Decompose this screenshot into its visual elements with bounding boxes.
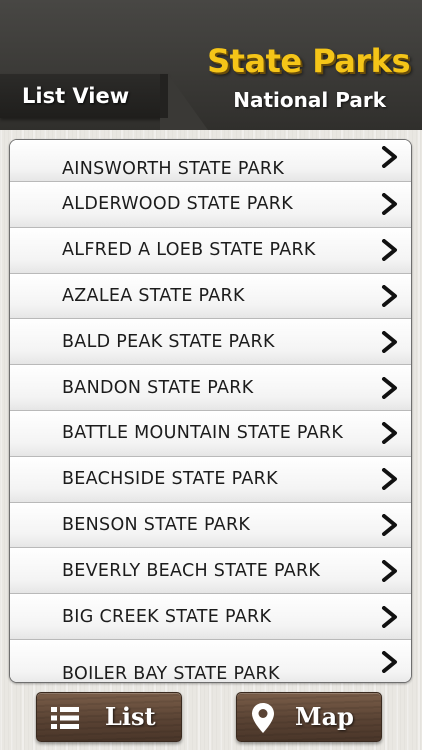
- park-name: BANDON STATE PARK: [62, 377, 254, 398]
- map-button[interactable]: Map: [236, 692, 382, 742]
- list-button-label: List: [105, 702, 156, 731]
- park-name: BALD PEAK STATE PARK: [62, 331, 275, 352]
- page-title: State Parks: [207, 42, 410, 80]
- chevron-right-icon: [382, 193, 397, 216]
- tab-diagonal-edge: [160, 74, 208, 130]
- header: State Parks National Park List View: [0, 0, 422, 130]
- park-name: ALFRED A LOEB STATE PARK: [62, 240, 316, 261]
- park-name: ALDERWOOD STATE PARK: [62, 194, 293, 215]
- park-name: BATTLE MOUNTAIN STATE PARK: [62, 423, 344, 444]
- chevron-right-icon: [382, 605, 397, 628]
- park-list-item[interactable]: BALD PEAK STATE PARK: [10, 319, 411, 366]
- list-view-label: List View: [22, 84, 130, 108]
- park-list-item[interactable]: BEVERLY BEACH STATE PARK: [10, 548, 411, 595]
- list-button[interactable]: List: [36, 692, 182, 742]
- chevron-right-icon: [382, 146, 397, 168]
- chevron-right-icon: [382, 559, 397, 582]
- park-list-frame: AINSWORTH STATE PARK ALDERWOOD STATE PARK…: [9, 139, 412, 683]
- list-icon: [51, 707, 79, 729]
- park-name: BOILER BAY STATE PARK: [62, 663, 280, 683]
- park-name: BEVERLY BEACH STATE PARK: [62, 560, 321, 581]
- park-list-item[interactable]: BIG CREEK STATE PARK: [10, 594, 411, 640]
- chevron-right-icon: [382, 330, 397, 353]
- park-list-item[interactable]: ALFRED A LOEB STATE PARK: [10, 227, 411, 274]
- page-subtitle: National Park: [233, 88, 386, 112]
- chevron-right-icon: [382, 284, 397, 307]
- chevron-right-icon: [382, 513, 397, 536]
- park-list-item[interactable]: AZALEA STATE PARK: [10, 273, 411, 320]
- bottom-bar: List Map: [0, 684, 422, 750]
- park-name: AINSWORTH STATE PARK: [62, 159, 285, 179]
- chevron-right-icon: [382, 239, 397, 262]
- park-list-item[interactable]: BEACHSIDE STATE PARK: [10, 456, 411, 503]
- map-button-label: Map: [295, 702, 354, 731]
- chevron-right-icon: [382, 376, 397, 399]
- park-list: AINSWORTH STATE PARK ALDERWOOD STATE PARK…: [10, 140, 411, 683]
- chevron-right-icon: [382, 422, 397, 445]
- park-list-item[interactable]: AINSWORTH STATE PARK: [10, 140, 411, 182]
- park-list-item[interactable]: BATTLE MOUNTAIN STATE PARK: [10, 410, 411, 457]
- park-name: BENSON STATE PARK: [62, 514, 251, 535]
- park-list-item[interactable]: BOILER BAY STATE PARK: [10, 639, 411, 683]
- park-name: AZALEA STATE PARK: [62, 285, 245, 306]
- park-name: BIG CREEK STATE PARK: [62, 606, 272, 627]
- park-list-item[interactable]: BANDON STATE PARK: [10, 365, 411, 411]
- park-name: BEACHSIDE STATE PARK: [62, 469, 278, 490]
- park-list-item[interactable]: BENSON STATE PARK: [10, 502, 411, 549]
- map-pin-icon: [252, 703, 274, 733]
- chevron-right-icon: [382, 650, 397, 673]
- chevron-right-icon: [382, 468, 397, 491]
- park-list-item[interactable]: ALDERWOOD STATE PARK: [10, 182, 411, 228]
